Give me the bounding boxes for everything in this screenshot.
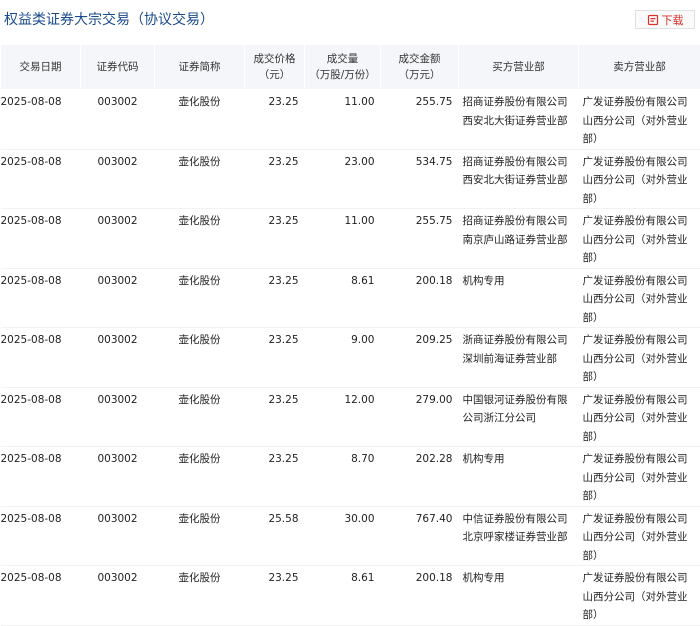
cell-name: 壶化股份 (155, 209, 245, 269)
cell-price: 23.25 (245, 387, 305, 447)
cell-volume: 11.00 (305, 209, 381, 269)
table-row: 2025-08-08003002壶化股份23.258.70202.28机构专用广… (1, 447, 700, 507)
cell-amount: 767.40 (381, 506, 459, 566)
table-row: 2025-08-08003002壶化股份23.2512.00279.00中国银河… (1, 387, 700, 447)
cell-code: 003002 (81, 387, 155, 447)
cell-date: 2025-08-08 (1, 209, 81, 269)
table-row: 2025-08-08003002壶化股份23.258.61200.18机构专用广… (1, 268, 700, 328)
header-price: 成交价格 （元） (245, 45, 305, 90)
cell-name: 壶化股份 (155, 447, 245, 507)
cell-amount: 255.75 (381, 209, 459, 269)
header-date: 交易日期 (1, 45, 81, 90)
cell-amount: 534.75 (381, 149, 459, 209)
cell-name: 壶化股份 (155, 149, 245, 209)
cell-code: 003002 (81, 268, 155, 328)
cell-volume: 8.61 (305, 268, 381, 328)
block-trade-table: 交易日期 证券代码 证券简称 成交价格 （元） 成交量 （万股/万份） 成交金额… (0, 44, 700, 626)
header-name: 证券简称 (155, 45, 245, 90)
cell-code: 003002 (81, 209, 155, 269)
cell-amount: 279.00 (381, 387, 459, 447)
cell-code: 003002 (81, 566, 155, 626)
cell-date: 2025-08-08 (1, 328, 81, 388)
header-volume: 成交量 （万股/万份） (305, 45, 381, 90)
cell-date: 2025-08-08 (1, 566, 81, 626)
cell-name: 壶化股份 (155, 566, 245, 626)
cell-seller: 广发证券股份有限公司山西分公司（对外营业部） (579, 268, 700, 328)
cell-price: 23.25 (245, 328, 305, 388)
cell-amount: 255.75 (381, 90, 459, 150)
cell-buyer: 中信证券股份有限公司北京呼家楼证券营业部 (459, 506, 579, 566)
cell-seller: 广发证券股份有限公司山西分公司（对外营业部） (579, 149, 700, 209)
table-row: 2025-08-08003002壶化股份23.259.00209.25浙商证券股… (1, 328, 700, 388)
cell-buyer: 中国银河证券股份有限公司浙江分公司 (459, 387, 579, 447)
cell-buyer: 机构专用 (459, 566, 579, 626)
cell-price: 23.25 (245, 447, 305, 507)
cell-buyer: 浙商证券股份有限公司深圳前海证券营业部 (459, 328, 579, 388)
cell-volume: 8.61 (305, 566, 381, 626)
cell-buyer: 招商证券股份有限公司西安北大街证券营业部 (459, 90, 579, 150)
cell-volume: 23.00 (305, 149, 381, 209)
cell-code: 003002 (81, 506, 155, 566)
cell-volume: 9.00 (305, 328, 381, 388)
header-code: 证券代码 (81, 45, 155, 90)
table-row: 2025-08-08003002壶化股份23.258.61200.18机构专用广… (1, 566, 700, 626)
page-title: 权益类证券大宗交易（协议交易） (4, 9, 214, 29)
cell-amount: 202.28 (381, 447, 459, 507)
cell-price: 25.58 (245, 506, 305, 566)
cell-price: 23.25 (245, 90, 305, 150)
cell-buyer: 机构专用 (459, 268, 579, 328)
cell-seller: 广发证券股份有限公司山西分公司（对外营业部） (579, 90, 700, 150)
download-label: 下载 (662, 12, 684, 28)
cell-code: 003002 (81, 90, 155, 150)
cell-code: 003002 (81, 328, 155, 388)
cell-price: 23.25 (245, 566, 305, 626)
cell-seller: 广发证券股份有限公司山西分公司（对外营业部） (579, 328, 700, 388)
table-header-row: 交易日期 证券代码 证券简称 成交价格 （元） 成交量 （万股/万份） 成交金额… (1, 45, 700, 90)
cell-buyer: 招商证券股份有限公司西安北大街证券营业部 (459, 149, 579, 209)
table-row: 2025-08-08003002壶化股份23.2523.00534.75招商证券… (1, 149, 700, 209)
cell-date: 2025-08-08 (1, 447, 81, 507)
cell-price: 23.25 (245, 209, 305, 269)
cell-name: 壶化股份 (155, 90, 245, 150)
table-row: 2025-08-08003002壶化股份23.2511.00255.75招商证券… (1, 209, 700, 269)
cell-seller: 广发证券股份有限公司山西分公司（对外营业部） (579, 209, 700, 269)
cell-amount: 200.18 (381, 268, 459, 328)
cell-date: 2025-08-08 (1, 268, 81, 328)
cell-name: 壶化股份 (155, 328, 245, 388)
cell-date: 2025-08-08 (1, 506, 81, 566)
header-seller: 卖方营业部 (579, 45, 700, 90)
header-amount: 成交金额 （万元） (381, 45, 459, 90)
table-row: 2025-08-08003002壶化股份23.2511.00255.75招商证券… (1, 90, 700, 150)
cell-volume: 12.00 (305, 387, 381, 447)
cell-seller: 广发证券股份有限公司山西分公司（对外营业部） (579, 506, 700, 566)
cell-code: 003002 (81, 149, 155, 209)
download-file-icon (647, 14, 659, 26)
cell-code: 003002 (81, 447, 155, 507)
cell-price: 23.25 (245, 268, 305, 328)
cell-name: 壶化股份 (155, 268, 245, 328)
download-button[interactable]: 下载 (635, 10, 695, 29)
cell-name: 壶化股份 (155, 506, 245, 566)
cell-volume: 11.00 (305, 90, 381, 150)
cell-buyer: 机构专用 (459, 447, 579, 507)
cell-date: 2025-08-08 (1, 90, 81, 150)
cell-price: 23.25 (245, 149, 305, 209)
cell-amount: 209.25 (381, 328, 459, 388)
cell-seller: 广发证券股份有限公司山西分公司（对外营业部） (579, 447, 700, 507)
cell-name: 壶化股份 (155, 387, 245, 447)
cell-volume: 30.00 (305, 506, 381, 566)
cell-seller: 广发证券股份有限公司山西分公司（对外营业部） (579, 566, 700, 626)
cell-date: 2025-08-08 (1, 149, 81, 209)
table-row: 2025-08-08003002壶化股份25.5830.00767.40中信证券… (1, 506, 700, 566)
cell-volume: 8.70 (305, 447, 381, 507)
cell-amount: 200.18 (381, 566, 459, 626)
cell-seller: 广发证券股份有限公司山西分公司（对外营业部） (579, 387, 700, 447)
header-buyer: 买方营业部 (459, 45, 579, 90)
cell-buyer: 招商证券股份有限公司南京庐山路证券营业部 (459, 209, 579, 269)
cell-date: 2025-08-08 (1, 387, 81, 447)
